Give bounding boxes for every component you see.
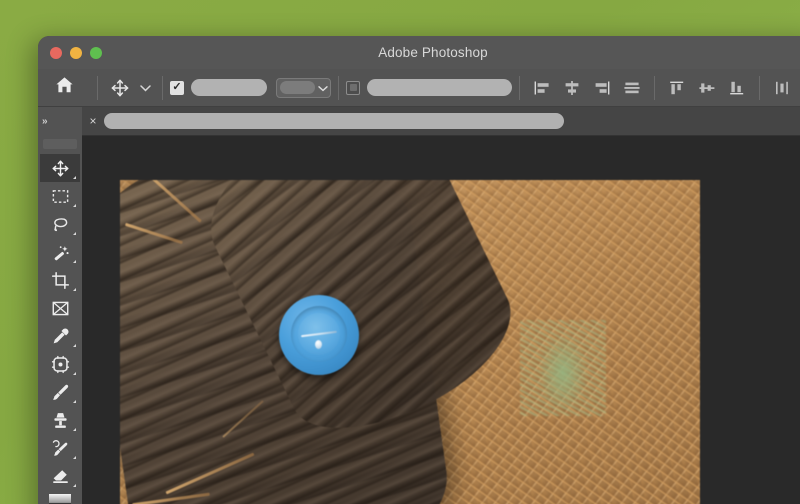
document-tab[interactable] [104, 113, 564, 129]
chevron-down-icon [318, 79, 328, 97]
compass-pivot [315, 340, 322, 349]
distribute-top-edges-button[interactable] [662, 73, 692, 103]
home-button[interactable] [38, 69, 90, 107]
distribute-vertical-icon [698, 80, 716, 96]
lasso-tool[interactable] [40, 210, 80, 238]
layer-group-select[interactable] [276, 77, 331, 98]
maximize-window-button[interactable] [90, 46, 102, 59]
canvas-area[interactable] [82, 136, 800, 504]
tool-flyout-indicator [73, 456, 76, 459]
toolbar-separator-4 [519, 75, 520, 100]
frame-tool[interactable] [40, 294, 80, 322]
home-icon [55, 76, 74, 99]
document-tab-bar: » × [38, 106, 800, 136]
tool-flyout-indicator [73, 176, 76, 179]
move-tool-icon [110, 78, 130, 98]
auto-select-value-field[interactable] [191, 79, 267, 96]
crop-icon [51, 271, 70, 290]
marquee-icon [51, 187, 70, 206]
options-bar: ✓ [38, 69, 800, 107]
toolbar-separator-1 [97, 75, 98, 100]
align-right-edges-button[interactable] [587, 73, 617, 103]
window-controls [38, 46, 102, 59]
image-pine-seedling [520, 320, 606, 416]
application-window: Adobe Photoshop ✓ » × [38, 36, 800, 504]
tool-flyout-indicator [73, 204, 76, 207]
toolbar-separator-6 [759, 75, 760, 100]
workspace [38, 136, 800, 504]
move-tool[interactable] [40, 154, 80, 182]
tool-flyout-indicator [73, 260, 76, 263]
tool-panel-placeholder [43, 139, 77, 149]
minimize-window-button[interactable] [70, 46, 82, 59]
align-middle-button[interactable] [617, 73, 647, 103]
tool-preset-dropdown[interactable] [135, 79, 155, 97]
align-middle-icon [623, 80, 641, 96]
eyedropper-tool[interactable] [40, 322, 80, 350]
tool-flyout-indicator [73, 484, 76, 487]
image-blue-compass [276, 292, 362, 378]
healing-patch-icon [51, 355, 70, 374]
toolbar-separator-3 [338, 75, 339, 100]
checkbox-inner [349, 84, 357, 91]
move-icon [51, 159, 70, 178]
eyedropper-icon [51, 327, 70, 346]
brush-tool[interactable] [40, 378, 80, 406]
object-selection-tool[interactable] [40, 238, 80, 266]
history-brush-tool[interactable] [40, 434, 80, 462]
layer-group-select-value [280, 81, 315, 94]
crop-tool[interactable] [40, 266, 80, 294]
distribute-bottom-icon [728, 80, 746, 96]
distribute-horizontal-spacing-button[interactable] [767, 73, 797, 103]
gradient-swatch[interactable] [49, 494, 71, 504]
window-title: Adobe Photoshop [378, 45, 488, 60]
spot-healing-brush-tool[interactable] [40, 350, 80, 378]
tools-panel [38, 136, 82, 504]
close-tab-button[interactable]: × [82, 114, 104, 128]
lasso-icon [51, 215, 70, 234]
toolbar-separator-5 [654, 75, 655, 100]
auto-select-checkbox[interactable]: ✓ [170, 80, 184, 95]
distribute-vertical-centers-button[interactable] [692, 73, 722, 103]
rectangular-marquee-tool[interactable] [40, 182, 80, 210]
align-left-edges-button[interactable] [527, 73, 557, 103]
distribute-top-icon [668, 80, 686, 96]
close-window-button[interactable] [50, 46, 62, 59]
eraser-icon [51, 467, 70, 486]
chevron-double-right-icon: » [42, 115, 47, 127]
distribute-bottom-edges-button[interactable] [722, 73, 752, 103]
title-bar: Adobe Photoshop [38, 36, 800, 69]
tool-flyout-indicator [73, 400, 76, 403]
align-horizontal-centers-button[interactable] [557, 73, 587, 103]
tool-flyout-indicator [73, 372, 76, 375]
frame-icon [51, 299, 70, 318]
eraser-tool[interactable] [40, 462, 80, 490]
tool-flyout-indicator [73, 288, 76, 291]
clone-stamp-tool[interactable] [40, 406, 80, 434]
toolbar-separator-2 [162, 75, 163, 100]
desktop-background: Adobe Photoshop ✓ » × [0, 0, 800, 504]
tool-flyout-indicator [73, 344, 76, 347]
tool-panel-expand[interactable]: » [38, 106, 82, 136]
tool-flyout-indicator [73, 232, 76, 235]
checkmark-icon: ✓ [172, 81, 182, 93]
history-brush-icon [51, 439, 70, 458]
align-right-icon [593, 80, 611, 96]
transform-value-field[interactable] [367, 79, 512, 96]
brush-icon [51, 383, 70, 402]
show-transform-controls-checkbox[interactable] [346, 80, 360, 95]
distribute-spacing-icon [773, 80, 791, 96]
document-image[interactable] [120, 180, 700, 504]
active-tool-button[interactable] [105, 73, 135, 103]
chevron-down-icon [139, 79, 151, 97]
tool-flyout-indicator [73, 428, 76, 431]
align-center-horizontal-icon [563, 80, 581, 96]
align-left-icon [533, 80, 551, 96]
magic-wand-icon [51, 243, 70, 262]
clone-stamp-icon [51, 411, 70, 430]
